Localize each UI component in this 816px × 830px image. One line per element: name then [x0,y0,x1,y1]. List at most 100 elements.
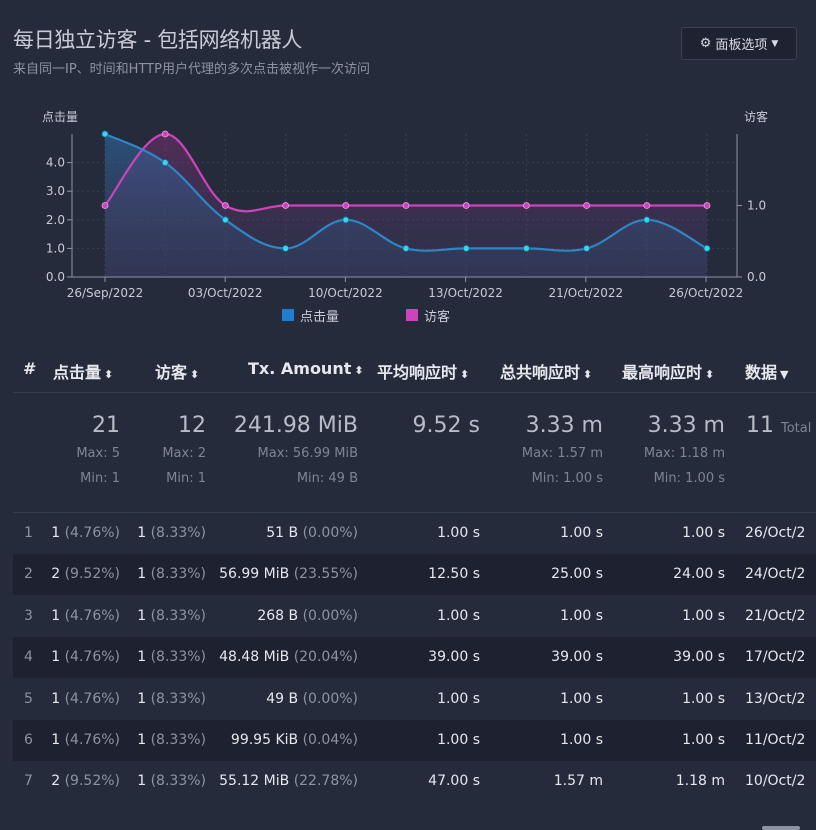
sort-icon: ⬍ [104,368,114,381]
visitors-point [402,202,410,209]
legend-item-hits[interactable]: 点击量 [282,307,340,325]
y-tick-label-left: 3.0 [46,184,65,198]
row-max-time: 1.00 s [682,732,725,748]
row-visitors: 1 (8.33%) [137,566,206,583]
row-visitors: 1 (8.33%) [137,773,206,790]
row-avg-time: 1.00 s [437,607,480,624]
header-data[interactable]: 数据 ▼ [745,359,788,383]
summary-visitors-min: Min: 1 [166,471,206,486]
sort-icon: ⬍ [190,368,200,381]
table-row[interactable]: 2 2 (9.52%) 1 (8.33%) 56.99 MiB (23.55%) 12.… [13,554,816,596]
y-tick-label-left: 2.0 [46,213,65,227]
summary-data-label: Total [781,421,812,436]
summary-visitors-total: 12 [178,413,206,438]
row-avg-time: 1.00 s [437,732,480,748]
x-tick-label: 26/Oct/2022 [669,286,744,300]
panel-subtitle: 来自同一IP、时间和HTTP用户代理的多次点击被视作一次访问 [13,62,370,77]
row-tx: 99.95 KiB (0.04%) [230,732,358,748]
header-visitors[interactable]: 访客 ⬍ [155,359,199,383]
row-data: 17/Oct/2 [745,649,806,666]
row-hits: 1 (4.76%) [51,525,120,541]
row-data: 21/Oct/2 [745,607,806,624]
row-cum-time: 1.00 s [560,525,603,541]
row-data: 26/Oct/2 [745,525,806,541]
row-tx: 55.12 MiB (22.78%) [219,773,358,790]
header-cum-time[interactable]: 总共响应时 ⬍ [500,359,592,383]
hits-point [462,244,470,252]
summary-cum-total: 3.33 m [525,413,603,438]
row-avg-time: 47.00 s [428,773,480,790]
table-row[interactable]: 1 1 (4.76%) 1 (8.33%) 51 B (0.00%) 1.00 s 1.0… [13,513,816,554]
row-max-time: 1.00 s [682,607,725,624]
row-visitors: 1 (8.33%) [137,690,206,707]
row-hits: 2 (9.52%) [51,566,120,583]
row-data: 10/Oct/2 [745,773,806,790]
visitors-point [101,202,109,209]
panel: 每日独立访客 - 包括网络机器人 来自同一IP、时间和HTTP用户代理的多次点击… [0,0,816,830]
header-tx-amount[interactable]: Tx. Amount ⬍ [248,359,364,378]
summary-maxts-total: 3.33 m [647,413,725,438]
summary-visitors-max: Max: 2 [162,446,206,461]
summary-row: 21 Max: 5 Min: 1 12 Max: 2 Min: 1 241.98… [13,393,816,513]
gear-icon: ⚙ [699,36,712,51]
row-hits: 1 (4.76%) [51,690,120,707]
row-data: 11/Oct/2 [745,732,806,748]
row-index: 7 [24,773,33,790]
row-max-time: 1.18 m [675,773,725,790]
table-header: # 点击量 ⬍ 访客 ⬍ Tx. Amount ⬍ 平均响应时 ⬍ 总共响应时 ⬍ 最高响… [13,348,816,393]
hits-point [342,216,350,224]
table-row[interactable]: 5 1 (4.76%) 1 (8.33%) 49 B (0.00%) 1.00 s 1.0… [13,679,816,720]
summary-tx-total: 241.98 MiB [233,413,358,438]
row-index: 6 [24,732,33,748]
visitors-point [282,202,290,209]
summary-hits-min: Min: 1 [80,471,120,486]
header-max-time[interactable]: 最高响应时 ⬍ [622,359,714,383]
scrollbar[interactable] [762,826,800,830]
caret-down-icon: ▼ [771,38,779,49]
summary-cum-min: Min: 1.00 s [531,471,603,486]
x-tick-label: 13/Oct/2022 [428,286,503,300]
x-tick-label: 21/Oct/2022 [548,286,623,300]
x-tick-label: 26/Sep/2022 [67,286,144,300]
row-tx: 268 B (0.00%) [257,607,358,624]
row-index: 1 [24,525,33,541]
row-tx: 51 B (0.00%) [266,525,358,541]
summary-cum-max: Max: 1.57 m [521,446,603,461]
row-cum-time: 1.00 s [560,732,603,748]
row-index: 4 [24,649,33,666]
table-row[interactable]: 3 1 (4.76%) 1 (8.33%) 268 B (0.00%) 1.00 s 1.… [13,596,816,637]
header-index: # [23,359,37,378]
sort-icon: ⬍ [583,368,593,381]
table-row[interactable]: 7 2 (9.52%) 1 (8.33%) 55.12 MiB (22.78%) 47.… [13,761,816,802]
sort-icon: ⬍ [460,368,470,381]
hits-point [101,130,109,138]
table-row[interactable]: 6 1 (4.76%) 1 (8.33%) 99.95 KiB (0.04%) 1.00… [13,720,816,761]
y-tick-label-right: 1.0 [747,199,766,213]
row-max-time: 24.00 s [673,566,725,583]
legend-label-visitors: 访客 [424,309,451,325]
hits-point [282,244,290,252]
summary-hits-total: 21 [92,413,120,438]
row-avg-time: 1.00 s [437,525,480,541]
summary-data-total: 11 Total [746,413,812,438]
y-tick-label-left: 4.0 [46,156,65,170]
row-hits: 2 (9.52%) [51,773,120,790]
visitors-point [221,202,229,209]
row-index: 2 [24,566,33,583]
hits-point [161,159,169,166]
summary-tx-min: Min: 49 B [296,471,358,486]
summary-hits-max: Max: 5 [76,446,120,461]
table-row[interactable]: 4 1 (4.76%) 1 (8.33%) 48.48 MiB (20.04%) 39.… [13,637,816,679]
legend-item-visitors[interactable]: 访客 [406,307,451,325]
visitors-point [342,202,350,209]
header-hits[interactable]: 点击量 ⬍ [53,359,113,383]
hits-point [523,244,530,252]
panel-title: 每日独立访客 - 包括网络机器人 [13,28,303,52]
summary-avg-total: 9.52 s [412,413,480,438]
header-avg-time[interactable]: 平均响应时 ⬍ [377,359,469,383]
row-hits: 1 (4.76%) [51,607,120,624]
legend-label-hits: 点击量 [300,309,340,325]
panel-options-button[interactable]: ⚙ 面板选项 ▼ [681,27,797,60]
row-visitors: 1 (8.33%) [137,732,206,748]
chart: 0.0 1.0 2.0 3.0 4.0 0.0 1.0 点击量 访客 26/Sep/2022 03/… [42,109,768,300]
